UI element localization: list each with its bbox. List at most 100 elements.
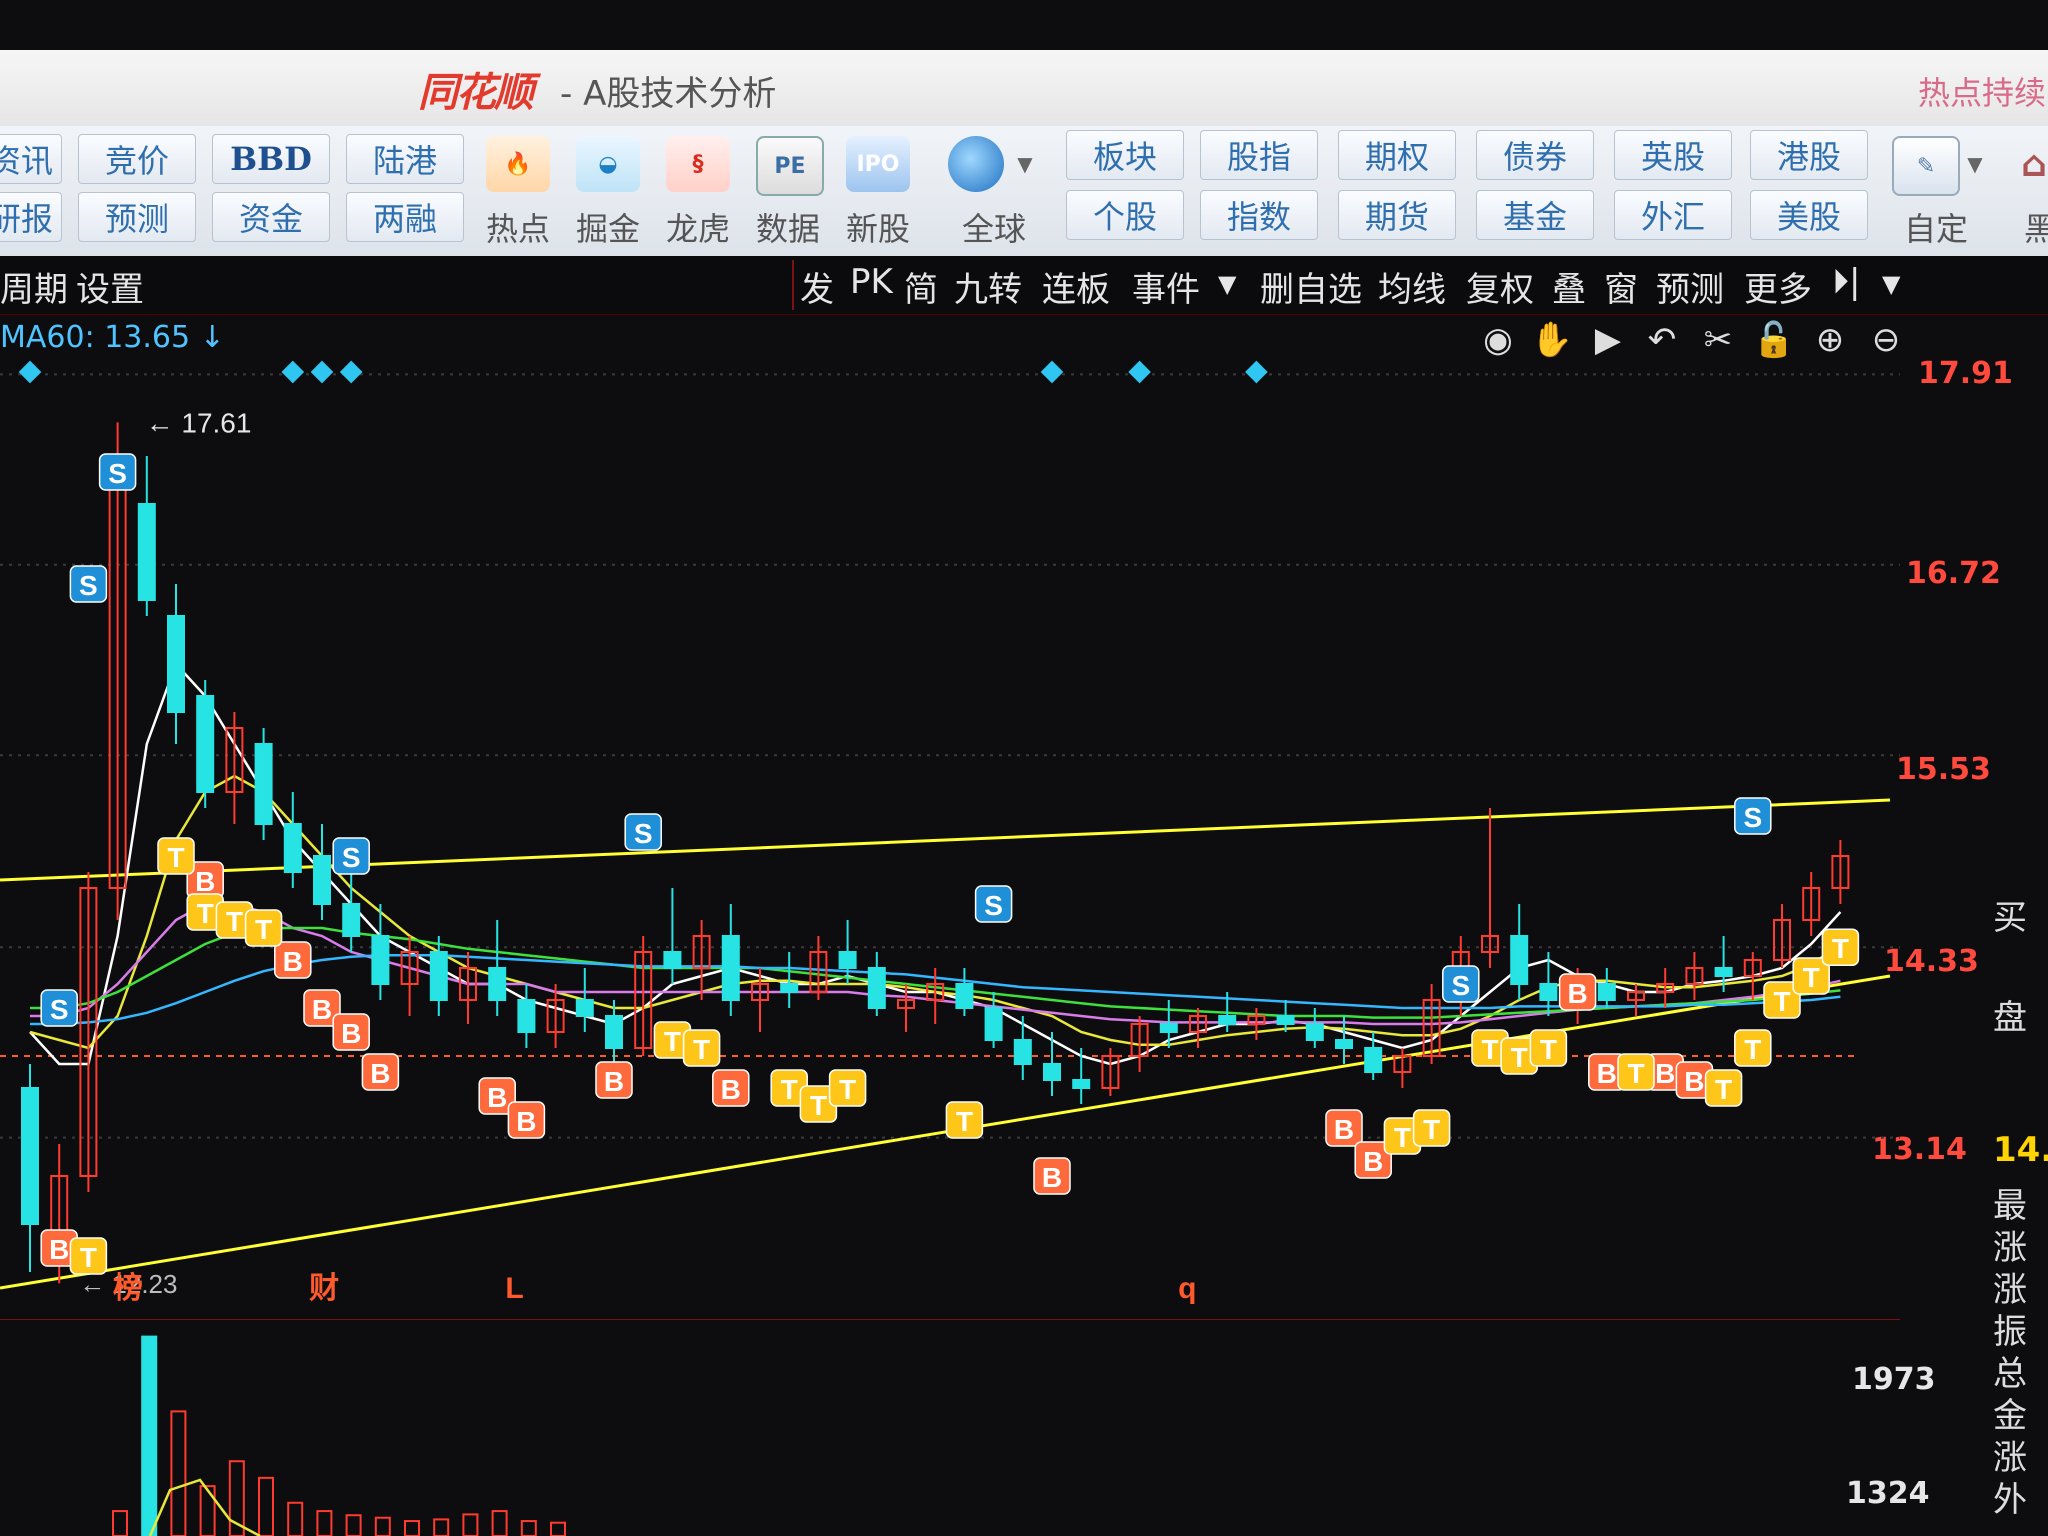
uk-stocks-button[interactable]: 英股: [1614, 130, 1732, 180]
stock-button[interactable]: 个股: [1066, 190, 1184, 240]
event-chevron-icon[interactable]: ▼: [1218, 270, 1236, 298]
expand-right-icon[interactable]: ⏵|: [1832, 262, 1860, 302]
volume-bar: [404, 1520, 420, 1536]
limit-up-button[interactable]: 连板: [1042, 262, 1110, 311]
more-button[interactable]: 更多: [1744, 262, 1812, 311]
stock-index-button[interactable]: 股指: [1200, 130, 1318, 180]
custom-edit-icon[interactable]: ✎: [1892, 136, 1960, 196]
signal-marker-label: B: [721, 1074, 741, 1105]
volume-bar: [550, 1521, 566, 1536]
event-mark: L: [505, 1272, 523, 1305]
hot-label[interactable]: 热点: [486, 204, 550, 250]
sector-button[interactable]: 板块: [1066, 130, 1184, 180]
futures-button[interactable]: 期货: [1338, 190, 1456, 240]
signal-marker-label: B: [312, 994, 332, 1025]
news-button[interactable]: 资讯: [0, 134, 62, 184]
signal-marker-label: S: [79, 570, 98, 601]
hand-icon[interactable]: ✋: [1531, 320, 1573, 360]
signal-marker-label: B: [283, 946, 303, 977]
event-button[interactable]: 事件: [1132, 262, 1200, 311]
moving-average-button[interactable]: 均线: [1378, 262, 1446, 311]
publish-button[interactable]: 发: [800, 262, 834, 311]
trend-line: [0, 974, 1891, 1290]
forex-button[interactable]: 外汇: [1614, 190, 1732, 240]
undo-icon[interactable]: ↶: [1642, 320, 1682, 360]
signal-marker-label: B: [1567, 978, 1587, 1009]
new-stock-label[interactable]: 新股: [846, 204, 910, 250]
predict-button[interactable]: 预测: [1656, 262, 1724, 311]
candle-body: [1539, 983, 1558, 1001]
remove-watchlist-button[interactable]: 删自选: [1260, 262, 1362, 311]
chevron-down-icon[interactable]: ▼: [1010, 146, 1040, 182]
margin-button[interactable]: 两融: [346, 192, 464, 242]
signal-marker-label: T: [1832, 933, 1849, 964]
hk-stocks-button[interactable]: 港股: [1750, 130, 1868, 180]
signal-marker-label: T: [1803, 962, 1820, 993]
bbd-button[interactable]: BBD: [212, 134, 330, 184]
candle-body: [663, 951, 682, 969]
dig-gold-label[interactable]: 掘金: [576, 204, 640, 250]
candle-body: [955, 983, 974, 1009]
scissors-icon[interactable]: ✂: [1698, 320, 1738, 360]
zoom-out-icon[interactable]: ⊖: [1866, 320, 1906, 360]
gold-basket-icon[interactable]: ◒: [576, 136, 640, 192]
flame-icon[interactable]: 🔥: [486, 136, 550, 192]
signal-marker-label: B: [195, 866, 215, 897]
signal-marker-label: T: [956, 1106, 973, 1137]
forecast-button[interactable]: 预测: [78, 192, 196, 242]
signal-marker-label: T: [1511, 1042, 1528, 1073]
eye-icon[interactable]: ◉: [1478, 320, 1518, 360]
simple-button[interactable]: 简: [904, 262, 938, 311]
global-label[interactable]: 全球: [962, 204, 1026, 250]
index-button[interactable]: 指数: [1200, 190, 1318, 240]
signal-marker-label: B: [487, 1082, 507, 1113]
lock-icon[interactable]: 🔓: [1753, 320, 1795, 360]
hot-topic-text[interactable]: 热点持续: [1918, 68, 2046, 114]
signal-marker-label: B: [516, 1106, 536, 1137]
candle-body: [21, 1087, 39, 1225]
data-label[interactable]: 数据: [756, 204, 820, 250]
pe-icon[interactable]: PE: [756, 136, 824, 196]
zoom-in-icon[interactable]: ⊕: [1810, 320, 1850, 360]
us-stocks-button[interactable]: 美股: [1750, 190, 1868, 240]
candlestick-chart[interactable]: SSSSSSSSBBBBBBBBB BBBBBB B BTTT T TT TTTTTT TT T…: [0, 360, 1900, 1320]
candle-body: [371, 935, 390, 985]
event-mark: q: [1178, 1272, 1196, 1305]
ma60-readout: MA60: 13.65 ↓: [0, 320, 225, 355]
dragon-icon[interactable]: §: [666, 136, 730, 192]
hk-connect-button[interactable]: 陆港: [346, 134, 464, 184]
signal-marker-label: T: [664, 1026, 681, 1057]
overlay-button[interactable]: 叠: [1552, 262, 1586, 311]
signal-marker-label: S: [342, 842, 361, 873]
signal-marker-label: T: [167, 842, 184, 873]
ipo-icon[interactable]: IPO: [846, 136, 910, 192]
research-button[interactable]: 研报: [0, 192, 62, 242]
custom-chevron-icon[interactable]: ▼: [1960, 146, 1990, 182]
period-menu[interactable]: 周期: [0, 262, 68, 311]
window-button[interactable]: 窗: [1604, 262, 1638, 311]
custom-label[interactable]: 自定: [1904, 204, 1968, 250]
signal-marker-label: T: [781, 1074, 798, 1105]
signal-marker-label: T: [226, 906, 243, 937]
adjust-button[interactable]: 复权: [1466, 262, 1534, 311]
settings-menu[interactable]: 设置: [76, 262, 144, 311]
globe-icon[interactable]: [948, 136, 1004, 192]
candle-body: [196, 695, 215, 793]
options-button[interactable]: 期权: [1338, 130, 1456, 180]
play-icon[interactable]: ▶: [1588, 320, 1628, 360]
more-chevron-icon[interactable]: ▼: [1882, 270, 1900, 298]
candle-body: [780, 983, 799, 993]
nine-turn-button[interactable]: 九转: [954, 262, 1022, 311]
signal-marker-label: T: [1481, 1034, 1498, 1065]
dragon-tiger-label[interactable]: 龙虎: [666, 204, 730, 250]
bonds-button[interactable]: 债券: [1476, 130, 1594, 180]
auction-button[interactable]: 竞价: [78, 134, 196, 184]
signal-marker-label: B: [1655, 1058, 1675, 1089]
signal-marker-label: T: [1744, 1034, 1761, 1065]
more-label[interactable]: 黑: [2024, 204, 2048, 250]
chart-toolbar: 周期 设置 发 PK 简 九转 连板 事件 ▼ 删自选 均线 复权 叠 窗 预测…: [0, 256, 2048, 315]
funds-button[interactable]: 基金: [1476, 190, 1594, 240]
capital-button[interactable]: 资金: [212, 192, 330, 242]
pk-button[interactable]: PK: [850, 262, 893, 302]
home-icon[interactable]: ⌂: [2014, 136, 2048, 192]
